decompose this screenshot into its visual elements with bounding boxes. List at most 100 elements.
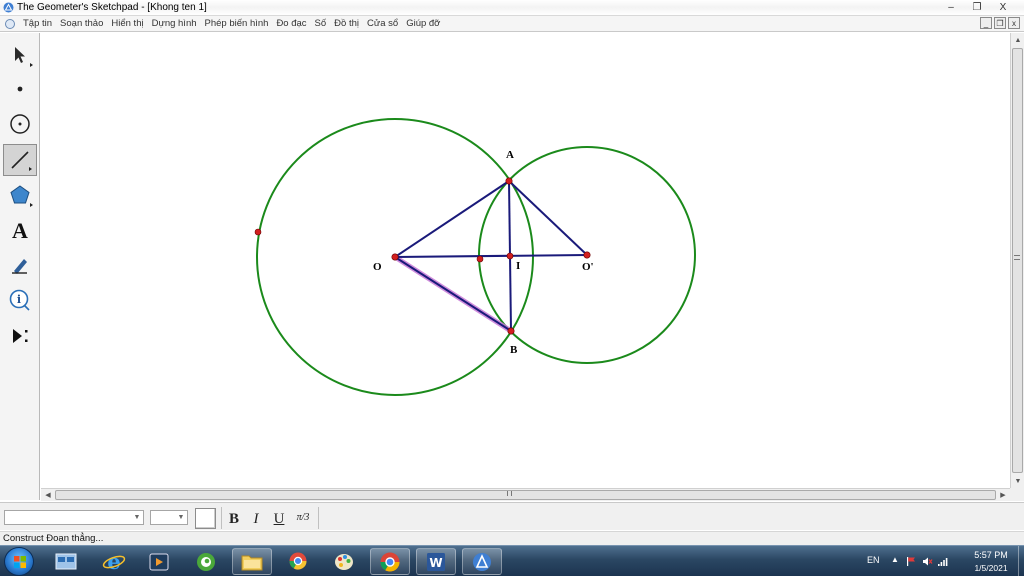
menu-transform[interactable]: Phép biến hình bbox=[205, 18, 273, 29]
taskbar-sketchpad[interactable] bbox=[462, 548, 502, 575]
folder-icon bbox=[241, 555, 263, 570]
horizontal-scroll-thumb[interactable] bbox=[55, 490, 996, 500]
info-icon: i bbox=[9, 289, 30, 311]
scroll-left-arrow-icon[interactable]: ◀ bbox=[42, 489, 54, 501]
doc-restore-button[interactable]: ❐ bbox=[994, 17, 1006, 29]
start-button[interactable] bbox=[4, 547, 34, 576]
flag-icon[interactable] bbox=[906, 556, 917, 567]
horizontal-scrollbar[interactable]: ◀ ▶ bbox=[41, 488, 1010, 501]
italic-button[interactable]: I bbox=[249, 510, 263, 528]
point-b[interactable] bbox=[507, 327, 515, 335]
label-o[interactable]: O bbox=[373, 261, 382, 273]
scroll-down-arrow-icon[interactable]: ▼ bbox=[1011, 474, 1024, 488]
show-desktop-button[interactable] bbox=[1018, 546, 1024, 576]
marker-icon bbox=[12, 259, 27, 274]
polygon-icon bbox=[10, 185, 30, 204]
network-signal-icon[interactable] bbox=[937, 556, 948, 567]
menu-window[interactable]: Cửa sổ bbox=[367, 18, 402, 29]
show-hidden-icons-icon[interactable]: ▲ bbox=[891, 555, 902, 566]
text-tool[interactable]: A bbox=[3, 215, 37, 247]
sketch-drawing bbox=[254, 118, 696, 396]
horizontal-scroll-grip-icon bbox=[507, 491, 512, 496]
point-icon bbox=[17, 86, 23, 92]
label-b[interactable]: B bbox=[510, 344, 517, 356]
point-tool[interactable] bbox=[3, 73, 37, 105]
bold-button[interactable]: B bbox=[226, 510, 242, 528]
menu-help[interactable]: Giúp đỡ bbox=[406, 18, 444, 29]
menu-list: Tập tin Soạn thảo Hiển thị Dựng hình Phé… bbox=[23, 18, 448, 29]
font-family-select[interactable]: ▼ bbox=[4, 510, 144, 525]
doc-minimize-button[interactable]: _ bbox=[980, 17, 992, 29]
taskbar-file-explorer[interactable] bbox=[232, 548, 272, 575]
window-controls: – ❐ X bbox=[940, 1, 1014, 15]
vertical-scrollbar[interactable]: ▲ ▼ bbox=[1010, 33, 1024, 488]
taskbar-internet-explorer[interactable]: e bbox=[94, 548, 134, 575]
point-on-segment[interactable] bbox=[476, 255, 484, 263]
status-bar: Construct Đoạn thẳng... bbox=[0, 531, 1024, 545]
segment-oa[interactable] bbox=[394, 180, 510, 258]
taskbar-microsoft-word[interactable]: W bbox=[416, 548, 456, 575]
document-window-controls: _ ❐ x bbox=[980, 17, 1020, 29]
taskbar-google-chrome[interactable] bbox=[370, 548, 410, 575]
point-o[interactable] bbox=[391, 253, 399, 261]
taskbar-chrome-beta[interactable] bbox=[278, 548, 318, 575]
scroll-right-arrow-icon[interactable]: ▶ bbox=[997, 489, 1009, 501]
status-text: Construct Đoạn thẳng... bbox=[3, 533, 104, 544]
segment-o-o-prime[interactable] bbox=[394, 254, 588, 258]
language-indicator[interactable]: EN bbox=[867, 555, 880, 565]
doc-close-button[interactable]: x bbox=[1008, 17, 1020, 29]
information-tool[interactable]: i bbox=[3, 284, 37, 316]
menu-number[interactable]: Số bbox=[315, 18, 331, 29]
clock-date[interactable]: 1/5/2021 bbox=[966, 563, 1016, 573]
toolbox: A i bbox=[0, 33, 40, 500]
taskbar-coccoc[interactable] bbox=[186, 548, 226, 575]
taskbar-windows-explorer[interactable] bbox=[46, 548, 86, 575]
font-size-select[interactable]: ▼ bbox=[150, 510, 188, 525]
vertical-scroll-thumb[interactable] bbox=[1012, 48, 1023, 473]
menu-construct[interactable]: Dựng hình bbox=[152, 18, 201, 29]
arrow-tool[interactable] bbox=[3, 39, 37, 71]
document-icon[interactable] bbox=[5, 19, 15, 29]
underline-button[interactable]: U bbox=[271, 510, 287, 528]
close-button[interactable]: X bbox=[992, 1, 1014, 14]
compass-tool[interactable] bbox=[3, 108, 37, 140]
scroll-up-arrow-icon[interactable]: ▲ bbox=[1011, 33, 1024, 47]
math-format-button[interactable]: π/3 bbox=[293, 508, 313, 526]
text-color-button[interactable] bbox=[195, 508, 216, 529]
taskbar-media-player[interactable] bbox=[139, 548, 179, 575]
label-i[interactable]: I bbox=[516, 260, 520, 272]
menu-edit[interactable]: Soạn thảo bbox=[60, 18, 107, 29]
point-o-prime[interactable] bbox=[583, 251, 591, 259]
word-icon: W bbox=[427, 552, 445, 571]
point-on-circle-o[interactable] bbox=[254, 228, 262, 236]
polygon-tool[interactable] bbox=[3, 179, 37, 211]
label-a[interactable]: A bbox=[506, 149, 514, 161]
restore-button[interactable]: ❐ bbox=[966, 1, 988, 14]
chrome-icon bbox=[380, 552, 400, 571]
font-family-dropdown-icon[interactable]: ▼ bbox=[131, 511, 143, 524]
segment-ob[interactable] bbox=[394, 256, 512, 332]
internet-explorer-icon: e bbox=[102, 550, 126, 574]
minimize-button[interactable]: – bbox=[940, 1, 962, 14]
windows-taskbar: e W EN ▲ 5:57 PM 1/5/2021 bbox=[0, 545, 1024, 576]
label-o-prime[interactable]: O' bbox=[582, 261, 594, 273]
format-separator-end bbox=[318, 507, 319, 529]
point-i[interactable] bbox=[506, 252, 514, 260]
svg-text:e: e bbox=[107, 550, 120, 574]
volume-muted-icon[interactable] bbox=[922, 556, 933, 567]
menu-file[interactable]: Tập tin bbox=[23, 18, 56, 29]
point-a[interactable] bbox=[505, 177, 513, 185]
straightedge-submenu-indicator bbox=[29, 167, 32, 171]
menu-measure[interactable]: Đo đạc bbox=[276, 18, 310, 29]
marker-tool[interactable] bbox=[3, 249, 37, 281]
menu-display[interactable]: Hiển thị bbox=[111, 18, 147, 29]
clock-time[interactable]: 5:57 PM bbox=[966, 550, 1016, 560]
custom-tool[interactable] bbox=[3, 320, 37, 352]
straightedge-tool[interactable] bbox=[3, 144, 37, 176]
taskbar-paint[interactable] bbox=[324, 548, 364, 575]
font-size-dropdown-icon[interactable]: ▼ bbox=[175, 511, 187, 524]
sketch-canvas[interactable]: A B O O' I bbox=[41, 33, 1010, 488]
segment-a-o-prime[interactable] bbox=[508, 180, 588, 256]
menu-graph[interactable]: Đồ thị bbox=[334, 18, 363, 29]
sketchpad-app: The Geometer's Sketchpad - [Khong ten 1]… bbox=[0, 0, 1024, 576]
